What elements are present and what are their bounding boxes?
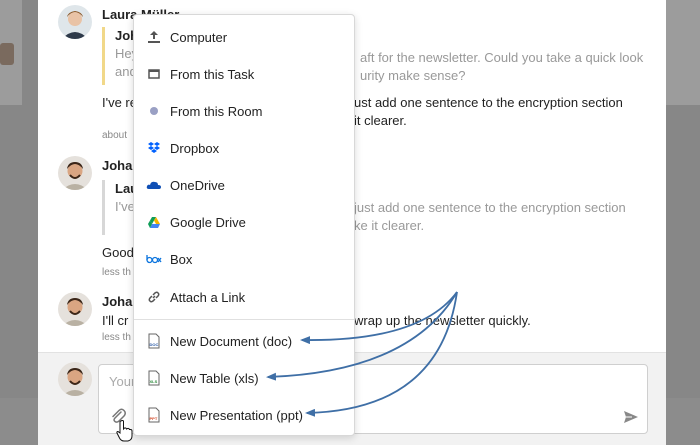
quote-text-right: aft for the newsletter. Could you take a… [360, 49, 643, 85]
onedrive-icon [146, 177, 162, 193]
quote-text-line: urity make sense? [360, 68, 466, 83]
menu-item-label: New Table (xls) [170, 370, 259, 386]
message-text: I'll cr [102, 313, 129, 328]
menu-item-new-table[interactable]: XLS New Table (xls) [134, 360, 354, 396]
avatar [58, 156, 92, 190]
quote-text-line: aft for the newsletter. Could you take a… [360, 50, 644, 65]
menu-item-new-presentation[interactable]: PPT New Presentation (ppt) [134, 397, 354, 433]
message-text: I've re [102, 94, 137, 112]
message-text-line: ust add one sentence to the encryption s… [354, 95, 623, 110]
message-text-right: ust add one sentence to the encryption s… [354, 94, 623, 130]
quote-text-line: ke it clearer. [354, 218, 425, 233]
message-timestamp: less th [102, 267, 131, 278]
link-icon [146, 289, 162, 305]
dropbox-icon [146, 140, 162, 156]
menu-item-dropbox[interactable]: Dropbox [134, 130, 354, 166]
google-drive-icon [146, 214, 162, 230]
menu-item-label: New Presentation (ppt) [170, 407, 303, 423]
quote-text-line: just add one sentence to the encryption … [354, 200, 626, 215]
avatar [58, 292, 92, 326]
menu-item-label: Computer [170, 29, 228, 45]
avatar [58, 5, 92, 39]
hand-cursor-icon [116, 420, 134, 442]
menu-item-label: Attach a Link [170, 289, 246, 305]
menu-item-new-document[interactable]: DOC New Document (doc) [134, 323, 354, 359]
doc-tag: DOC [150, 342, 159, 347]
menu-item-from-task[interactable]: From this Task [134, 56, 354, 92]
task-icon [146, 66, 162, 82]
xls-tag: XLS [150, 379, 158, 384]
message-text: Good [102, 245, 134, 260]
message-input-placeholder: Your [109, 374, 136, 389]
menu-item-google-drive[interactable]: Google Drive [134, 204, 354, 240]
menu-item-computer[interactable]: Computer [134, 19, 354, 55]
menu-item-attach-link[interactable]: Attach a Link [134, 279, 354, 315]
upload-icon [146, 29, 162, 45]
menu-item-label: Box [170, 251, 193, 267]
message-timestamp: about [102, 130, 128, 141]
ppt-tag: PPT [150, 416, 158, 421]
room-icon [146, 103, 162, 119]
menu-item-label: From this Room [170, 103, 263, 119]
menu-item-label: OneDrive [170, 177, 225, 193]
send-icon[interactable] [623, 409, 639, 425]
menu-item-box[interactable]: Box [134, 241, 354, 277]
attach-menu: Computer From this Task From this Room D… [133, 14, 355, 436]
avatar [58, 362, 92, 396]
menu-item-label: Google Drive [170, 214, 246, 230]
background-right-bar [666, 0, 700, 105]
menu-item-label: New Document (doc) [170, 333, 293, 349]
ppt-icon: PPT [146, 407, 162, 423]
doc-icon: DOC [146, 333, 162, 349]
menu-item-label: From this Task [170, 66, 255, 82]
menu-item-label: Dropbox [170, 140, 220, 156]
message-text-line: I've re [102, 95, 137, 110]
box-icon [146, 251, 162, 267]
background-avatar [0, 43, 14, 65]
quote-text-right: just add one sentence to the encryption … [354, 199, 626, 235]
message-timestamp: less th [102, 332, 131, 343]
menu-divider [134, 319, 354, 320]
message-text-line: it clearer. [354, 113, 407, 128]
menu-item-from-room[interactable]: From this Room [134, 93, 354, 129]
xls-icon: XLS [146, 370, 162, 386]
menu-item-onedrive[interactable]: OneDrive [134, 167, 354, 203]
message-text-right: wrap up the newsletter quickly. [354, 313, 531, 328]
